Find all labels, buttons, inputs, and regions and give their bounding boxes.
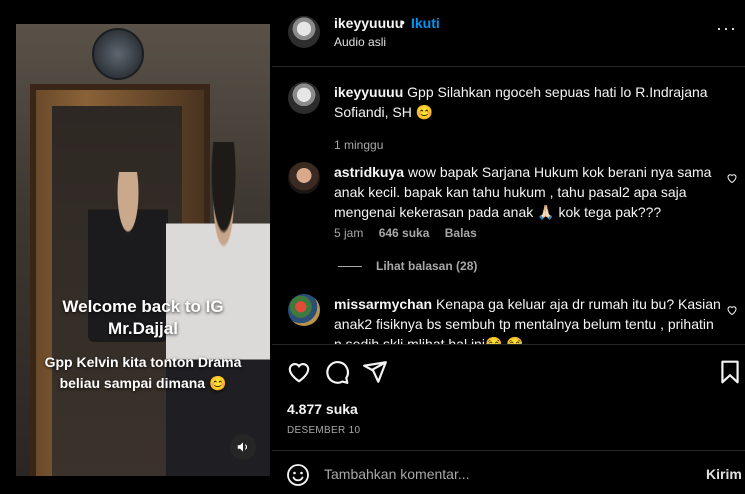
add-comment-bar: Kirim (272, 450, 745, 494)
send-comment-button[interactable]: Kirim (706, 466, 742, 482)
emoji-icon[interactable] (286, 463, 310, 487)
reply-button[interactable]: Balas (445, 226, 477, 240)
post-header: ikeyyuuuu • Ikuti Audio asli ··· (272, 0, 745, 67)
bookmark-icon[interactable] (717, 359, 743, 385)
reel-video[interactable]: Welcome back to IG Mr.Dajjal Gpp Kelvin … (16, 24, 270, 476)
like-heart-icon[interactable] (286, 359, 312, 385)
header-separator: • (400, 14, 405, 30)
view-replies-button[interactable]: Lihat balasan (28) (338, 259, 477, 273)
comments-list[interactable]: ikeyyuuuu Gpp Silahkan ngoceh sepuas hat… (272, 68, 745, 344)
comment-username[interactable]: missarmychan (334, 296, 432, 312)
post-actions: 4.877 suka DESEMBER 10 Kirim (272, 344, 745, 494)
video-title-line2: Mr.Dajjal (108, 319, 178, 338)
caption-text: ikeyyuuuu Gpp Silahkan ngoceh sepuas hat… (334, 82, 724, 122)
avatar[interactable] (288, 294, 320, 326)
share-icon[interactable] (362, 359, 388, 385)
video-title-line1: Welcome back to IG (62, 297, 224, 316)
replies-divider (338, 266, 362, 268)
comment-input[interactable] (324, 463, 684, 485)
avatar[interactable] (288, 16, 320, 48)
avatar[interactable] (288, 162, 320, 194)
header-username[interactable]: ikeyyuuuu (334, 15, 403, 31)
post-panel: ikeyyuuuu • Ikuti Audio asli ··· ikeyyuu… (272, 0, 745, 494)
comment-text: missarmychan Kenapa ga keluar aja dr rum… (334, 294, 724, 344)
list-item: missarmychan Kenapa ga keluar aja dr rum… (288, 294, 737, 344)
sound-toggle-button[interactable] (230, 434, 256, 460)
video-overlay-title: Welcome back to IG Mr.Dajjal (16, 296, 270, 340)
comment-likes[interactable]: 646 suka (379, 226, 430, 240)
comment-text: astridkuya wow bapak Sarjana Hukum kok b… (334, 162, 724, 222)
comment-username[interactable]: astridkuya (334, 164, 404, 180)
caption-time: 1 minggu (334, 138, 384, 152)
heart-icon[interactable] (726, 304, 738, 316)
more-options-icon[interactable]: ··· (716, 18, 737, 39)
audio-link[interactable]: Audio asli (334, 35, 386, 49)
caption-username[interactable]: ikeyyuuuu (334, 84, 403, 100)
comment-time: 5 jam (334, 226, 364, 240)
follow-button[interactable]: Ikuti (411, 15, 440, 31)
like-count[interactable]: 4.877 suka (287, 401, 358, 417)
view-replies-label: Lihat balasan (28) (376, 259, 478, 273)
video-overlay-subtitle: Gpp Kelvin kita tonton Drama beliau samp… (44, 354, 242, 391)
avatar[interactable] (288, 82, 320, 114)
caption-meta: 1 minggu (334, 138, 395, 152)
speaker-icon (237, 441, 248, 452)
comment-meta: 5 jam 646 suka Balas (334, 226, 489, 240)
video-wall-clock (92, 28, 144, 80)
post-caption: ikeyyuuuu Gpp Silahkan ngoceh sepuas hat… (288, 82, 728, 152)
heart-icon[interactable] (726, 172, 738, 184)
comment-icon[interactable] (324, 359, 350, 385)
post-date: DESEMBER 10 (287, 425, 361, 436)
list-item: astridkuya wow bapak Sarjana Hukum kok b… (288, 162, 737, 272)
